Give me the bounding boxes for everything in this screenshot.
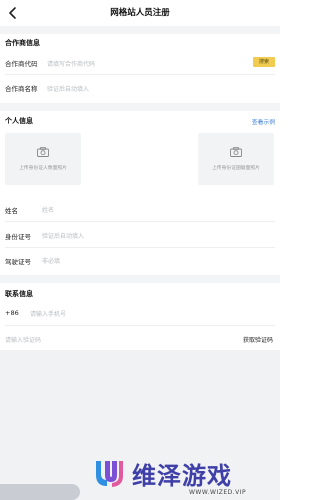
divider [5, 221, 275, 222]
personal-section-title: 个人信息 [5, 117, 33, 125]
id-back-upload-text: 上传身份证国徽面照片 [212, 166, 260, 171]
contact-section-title: 联系信息 [5, 290, 33, 298]
id-front-upload-text: 上传身份证人像面照片 [19, 166, 67, 171]
partner-name-field: 验证后自动填入 [47, 86, 90, 93]
search-button[interactable]: 搜索 [253, 57, 275, 67]
section-gap [0, 26, 280, 34]
nav-bar: 网格站人员注册 [0, 0, 280, 26]
watermark: 维泽游戏 WWW.WIZED.VIP [92, 454, 272, 500]
partner-code-label: 合作商代码 [5, 60, 38, 68]
view-example-link[interactable]: 查看示例 [252, 117, 275, 126]
get-code-button[interactable]: 获取验证码 [243, 335, 273, 344]
id-number-label: 身份证号 [5, 233, 31, 241]
divider [5, 325, 275, 326]
id-number-field: 验证后自动填入 [42, 233, 85, 240]
camera-icon [230, 147, 242, 157]
name-label: 姓名 [5, 207, 18, 215]
page-title: 网格站人员注册 [110, 8, 170, 18]
license-input[interactable]: 非必填 [42, 256, 60, 265]
watermark-logo-icon [96, 461, 123, 487]
divider [5, 74, 275, 75]
submit-button[interactable] [0, 484, 80, 500]
section-gap [0, 275, 280, 283]
country-code[interactable]: +86 [5, 309, 19, 317]
phone-input[interactable]: 请输入手机号 [30, 309, 66, 318]
verification-code-input[interactable]: 请输入验证码 [5, 335, 41, 344]
section-gap [0, 103, 280, 111]
watermark-name: 维泽游戏 [132, 462, 232, 490]
name-input[interactable]: 姓名 [42, 205, 54, 214]
partner-section-title: 合作商信息 [5, 39, 40, 47]
divider [5, 247, 275, 248]
watermark-url: WWW.WIZED.VIP [189, 489, 247, 496]
id-front-upload[interactable]: 上传身份证人像面照片 [5, 133, 81, 185]
id-back-upload[interactable]: 上传身份证国徽面照片 [198, 133, 274, 185]
partner-code-input[interactable]: 请填写合作商代码 [47, 59, 95, 68]
partner-name-label: 合作商名称 [5, 85, 38, 93]
camera-icon [37, 147, 49, 157]
license-label: 驾驶证号 [5, 258, 31, 266]
